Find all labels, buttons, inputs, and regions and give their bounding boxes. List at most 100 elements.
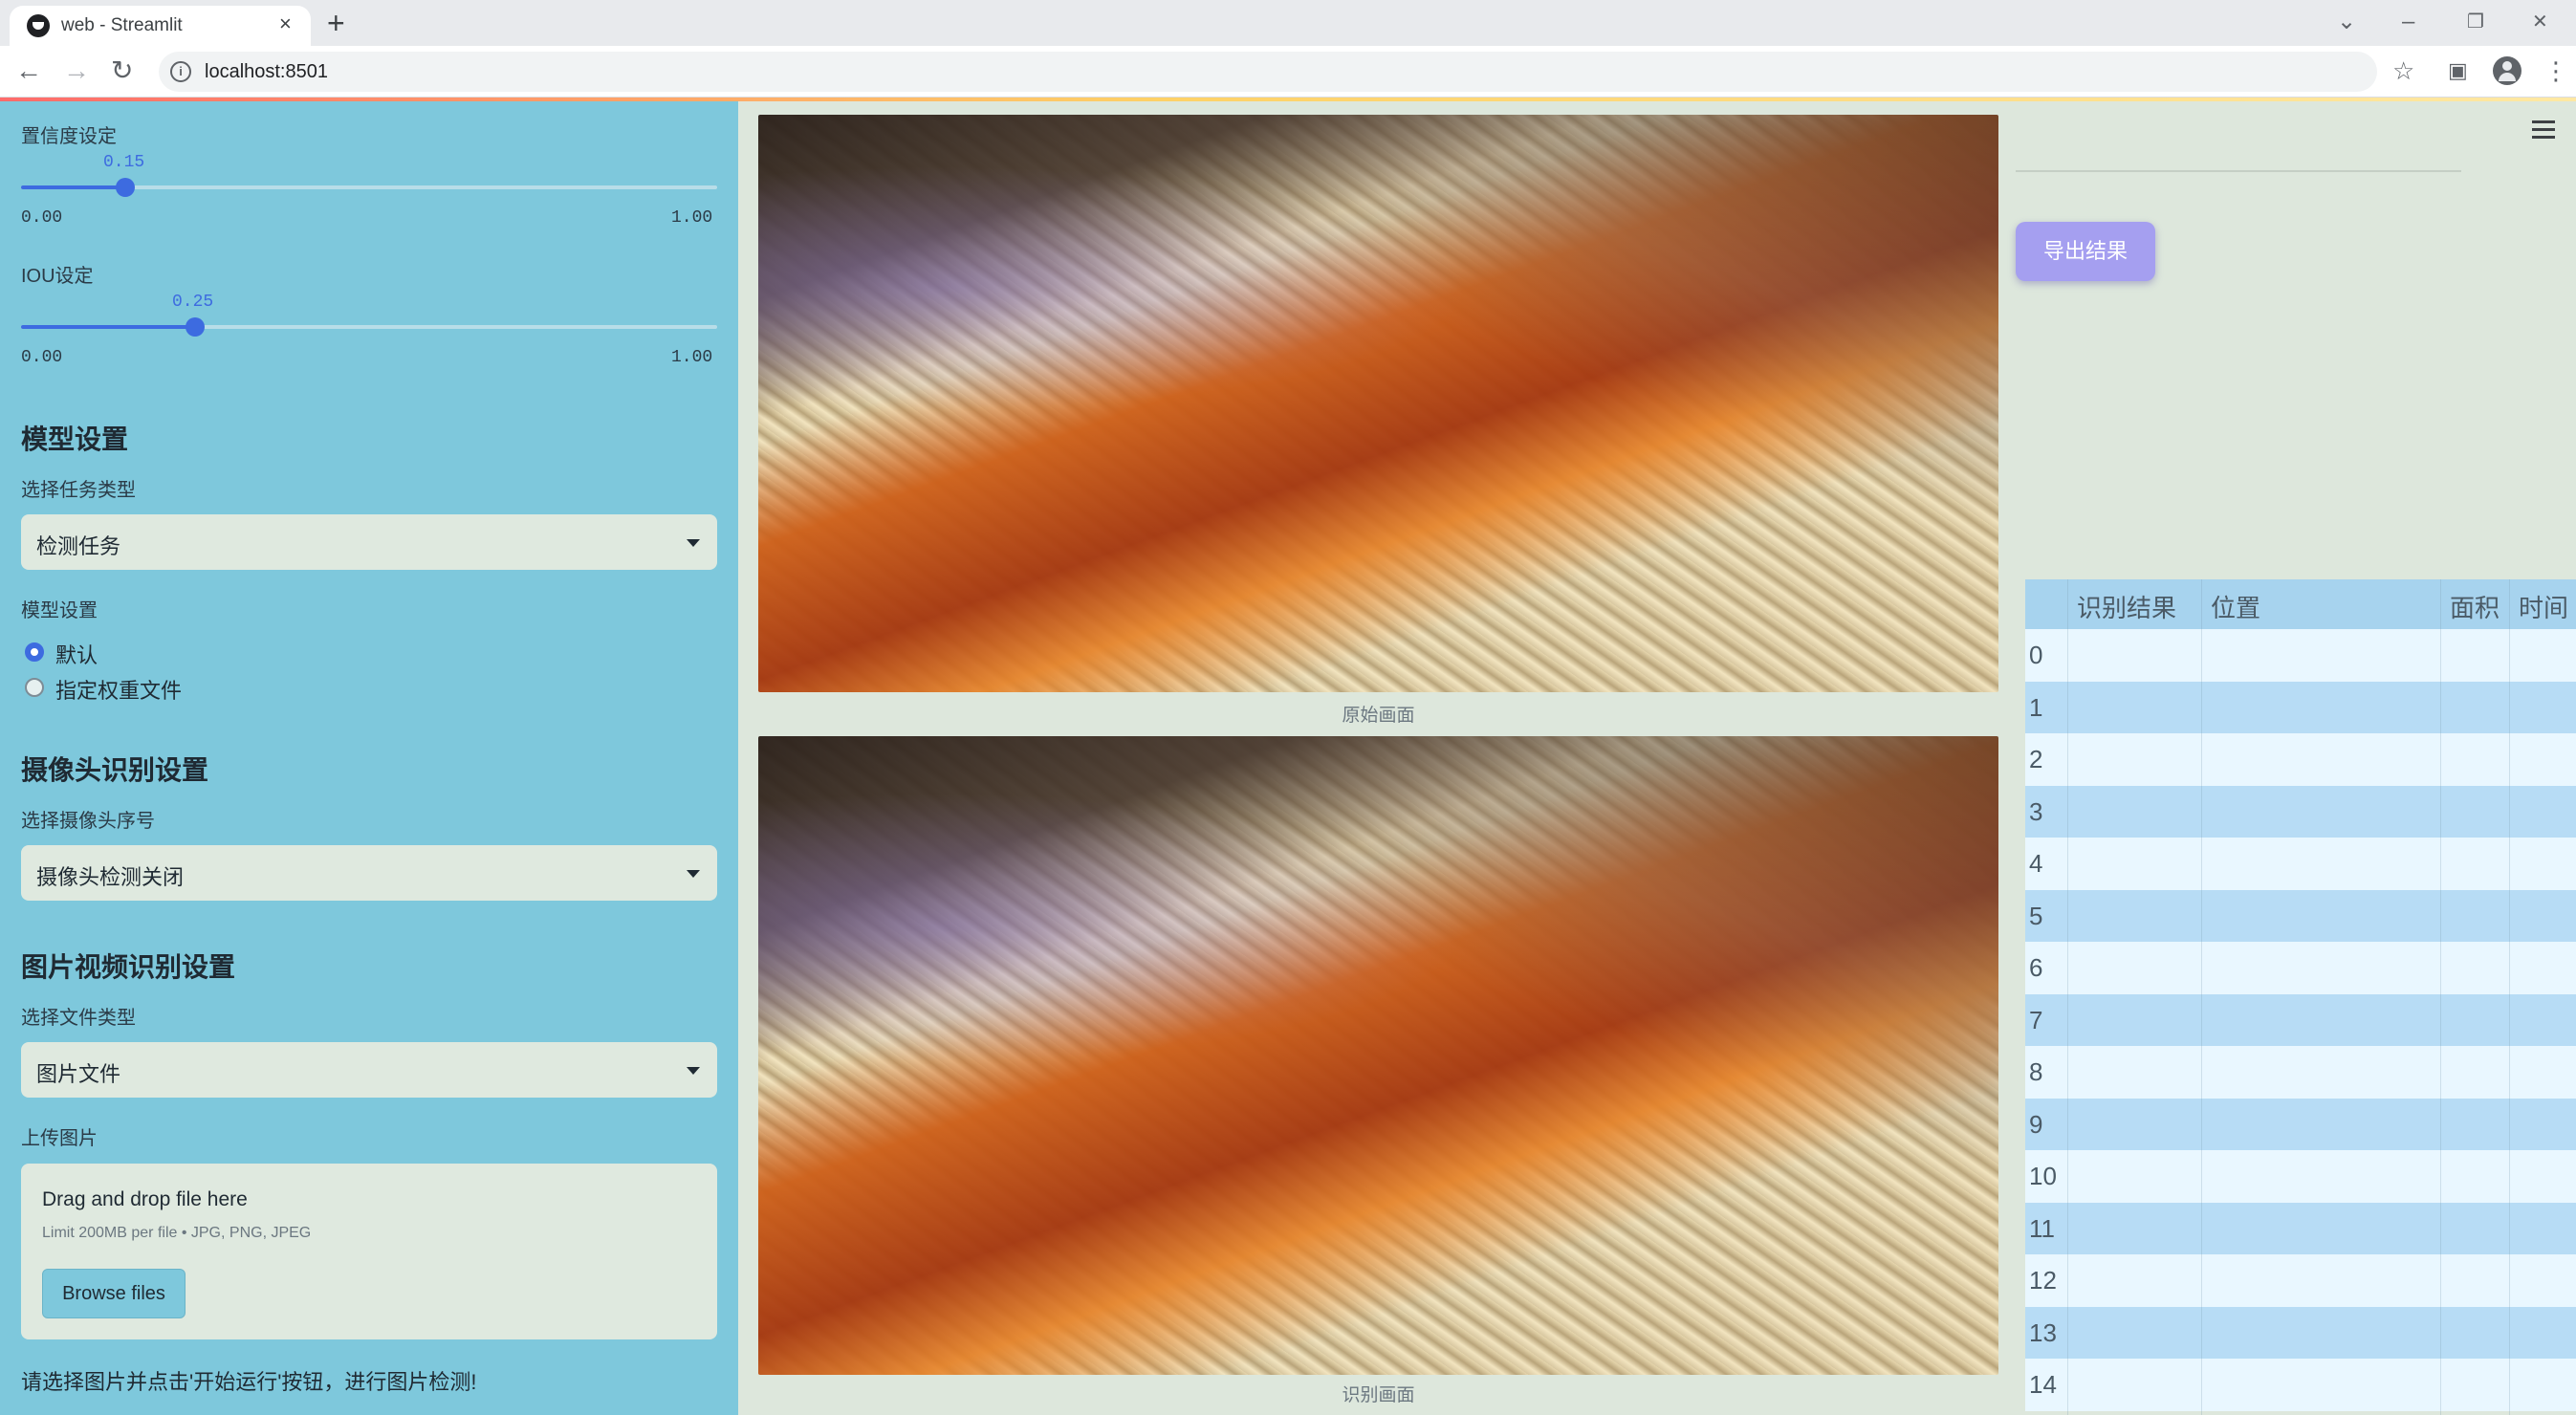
minimize-icon[interactable]: –	[2402, 8, 2414, 36]
media-settings-heading: 图片视频识别设置	[21, 952, 236, 982]
iou-slider-fill	[21, 325, 195, 329]
column-header-area[interactable]: 面积	[2450, 589, 2500, 624]
iou-label: IOU设定	[21, 266, 94, 287]
model-settings-heading: 模型设置	[21, 424, 129, 454]
tab-search-icon[interactable]: ⌄	[2337, 8, 2356, 36]
address-bar[interactable]: i localhost:8501	[159, 52, 2377, 92]
confidence-slider-fill	[21, 185, 126, 189]
reload-icon[interactable]: ↻	[111, 55, 133, 86]
browser-toolbar: ← → ↻ i localhost:8501 ☆ ▣ ⋮	[0, 46, 2576, 98]
confidence-min: 0.00	[21, 208, 63, 228]
row-index: 1	[2029, 692, 2043, 722]
confidence-slider[interactable]	[21, 178, 717, 197]
file-dropzone[interactable]: Drag and drop file here Limit 200MB per …	[21, 1164, 717, 1339]
results-table[interactable]: 0 1 2 3 4 5 6 7 8 9 10 11 12 13 14 识别结果 位置 面积 时间	[2025, 579, 2576, 1415]
export-results-button[interactable]: 导出结果	[2016, 222, 2155, 281]
bookmark-star-icon[interactable]: ☆	[2392, 55, 2414, 86]
table-row[interactable]: 5	[2025, 889, 2576, 942]
table-row[interactable]: 9	[2025, 1098, 2576, 1150]
file-type-value: 图片文件	[36, 1062, 121, 1086]
radio-unchecked-icon[interactable]	[25, 678, 44, 697]
row-index: 10	[2029, 1162, 2057, 1190]
sidebar-instruction: 请选择图片并点击'开始运行'按钮，进行图片检测!	[21, 1370, 477, 1394]
confidence-slider-thumb[interactable]	[116, 178, 136, 197]
column-header-position[interactable]: 位置	[2211, 589, 2260, 624]
column-divider	[2509, 579, 2510, 1415]
task-type-label: 选择任务类型	[21, 480, 136, 501]
forward-icon[interactable]: →	[63, 55, 90, 86]
table-row[interactable]: 12	[2025, 1254, 2576, 1307]
column-divider	[2201, 579, 2202, 1415]
task-type-value: 检测任务	[36, 534, 121, 558]
row-index: 8	[2029, 1057, 2043, 1086]
row-index: 9	[2029, 1109, 2043, 1139]
table-row[interactable]: 10	[2025, 1150, 2576, 1203]
result-image	[758, 736, 1998, 1375]
row-index: 6	[2029, 953, 2043, 982]
column-divider	[2067, 579, 2068, 1415]
site-info-icon[interactable]: i	[170, 61, 191, 82]
table-row[interactable]: 8	[2025, 1046, 2576, 1099]
result-image-caption: 识别画面	[1342, 1385, 1415, 1405]
task-type-select[interactable]: 检测任务	[21, 514, 717, 570]
file-type-label: 选择文件类型	[21, 1008, 136, 1029]
confidence-max: 1.00	[671, 208, 713, 228]
table-row[interactable]: 6	[2025, 942, 2576, 994]
column-header-time[interactable]: 时间	[2519, 589, 2568, 624]
side-panel-icon[interactable]: ▣	[2448, 55, 2468, 86]
camera-label: 选择摄像头序号	[21, 811, 155, 832]
row-index: 12	[2029, 1266, 2057, 1295]
tab-close-icon[interactable]: ×	[279, 11, 292, 36]
model-setting-label: 模型设置	[21, 600, 98, 621]
table-row[interactable]: 11	[2025, 1202, 2576, 1254]
chevron-down-icon	[687, 539, 700, 547]
table-row[interactable]: 3	[2025, 785, 2576, 838]
row-index: 11	[2029, 1213, 2055, 1243]
iou-min: 0.00	[21, 348, 63, 367]
iou-slider-thumb[interactable]	[186, 317, 205, 337]
restore-icon[interactable]: ❐	[2467, 8, 2484, 36]
radio-default-label: 默认	[55, 643, 98, 667]
original-image-caption: 原始画面	[1342, 706, 1415, 726]
browser-tab-bar: web - Streamlit × + ⌄ – ❐ ✕	[0, 0, 2576, 46]
row-index: 2	[2029, 745, 2043, 773]
file-type-select[interactable]: 图片文件	[21, 1042, 717, 1098]
iou-slider[interactable]	[21, 317, 717, 337]
column-header-result[interactable]: 识别结果	[2077, 589, 2176, 624]
back-icon[interactable]: ←	[15, 55, 42, 86]
tab-title: web - Streamlit	[61, 15, 183, 35]
table-row[interactable]: 7	[2025, 993, 2576, 1046]
url-text[interactable]: localhost:8501	[205, 61, 328, 83]
browse-files-button[interactable]: Browse files	[42, 1269, 186, 1318]
row-index: 4	[2029, 849, 2043, 878]
camera-select[interactable]: 摄像头检测关闭	[21, 845, 717, 901]
radio-custom-label: 指定权重文件	[55, 679, 183, 703]
row-index: 7	[2029, 1005, 2043, 1034]
table-row[interactable]: 2	[2025, 733, 2576, 786]
dropzone-hint: Limit 200MB per file • JPG, PNG, JPEG	[42, 1225, 312, 1241]
browser-menu-icon[interactable]: ⋮	[2543, 55, 2568, 86]
profile-avatar-icon[interactable]	[2493, 56, 2521, 85]
table-row[interactable]: 13	[2025, 1306, 2576, 1359]
table-row[interactable]: 14	[2025, 1359, 2576, 1411]
chevron-down-icon	[687, 1067, 700, 1075]
browser-tab[interactable]: web - Streamlit ×	[10, 6, 311, 46]
row-index: 13	[2029, 1317, 2057, 1347]
iou-value: 0.25	[172, 293, 214, 312]
row-index: 5	[2029, 901, 2043, 930]
confidence-label: 置信度设定	[21, 126, 117, 147]
radio-checked-icon[interactable]	[25, 642, 44, 662]
new-tab-icon[interactable]: +	[327, 4, 345, 42]
row-index: 0	[2029, 641, 2043, 669]
close-window-icon[interactable]: ✕	[2532, 8, 2548, 36]
table-row[interactable]: 1	[2025, 681, 2576, 733]
row-index: 3	[2029, 796, 2043, 826]
chevron-down-icon	[687, 870, 700, 878]
dropzone-title: Drag and drop file here	[42, 1188, 248, 1210]
streamlit-favicon-icon	[27, 14, 50, 37]
camera-value: 摄像头检测关闭	[36, 865, 185, 889]
camera-settings-heading: 摄像头识别设置	[21, 755, 209, 785]
hamburger-menu-icon[interactable]	[2532, 120, 2555, 140]
table-row[interactable]: 0	[2025, 629, 2576, 682]
table-row[interactable]: 4	[2025, 838, 2576, 890]
